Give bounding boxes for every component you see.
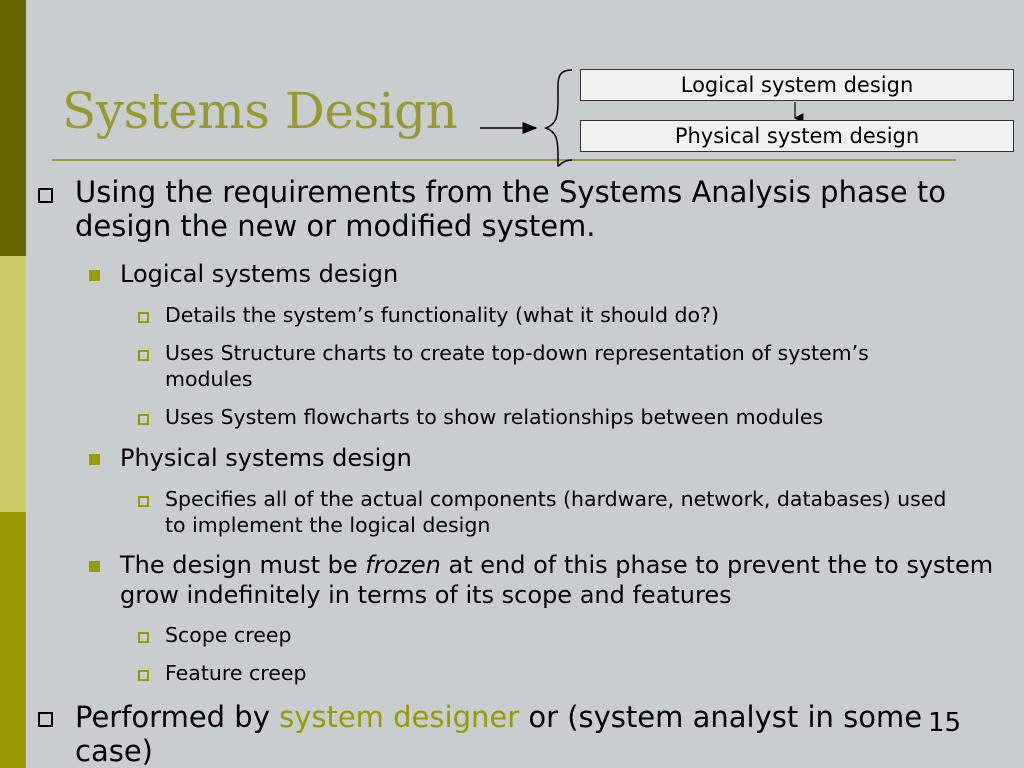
bullet-logical-design: Logical systems design <box>120 260 399 288</box>
bullet-marker <box>138 414 149 425</box>
bullet-structure-charts: Uses Structure charts to create top-down… <box>165 341 869 391</box>
bullet-components: Specifies all of the actual components (… <box>165 487 947 537</box>
bullet-feature-creep: Feature creep <box>165 661 307 685</box>
bullet-performed-by: Performed by system designer or (system … <box>75 700 923 768</box>
bullet-physical-design: Physical systems design <box>120 444 412 472</box>
bullet-marker <box>138 350 149 361</box>
slide-number: 15 <box>928 708 962 738</box>
bullet-marker <box>89 561 100 572</box>
bullet-marker <box>38 712 53 727</box>
bullet-flowcharts: Uses System flowcharts to show relations… <box>165 405 824 429</box>
bullet-marker <box>138 496 149 507</box>
bullet-marker <box>138 670 149 681</box>
bullet-requirements: Using the requirements from the Systems … <box>75 175 947 243</box>
bullet-marker <box>89 454 100 465</box>
bullet-frozen: The design must be frozen at end of this… <box>120 551 994 609</box>
bullet-list: Using the requirements from the Systems … <box>0 0 1024 768</box>
bullet-functionality: Details the system’s functionality (what… <box>165 303 719 327</box>
bullet-marker <box>138 312 149 323</box>
bullet-marker <box>138 632 149 643</box>
bullet-scope-creep: Scope creep <box>165 623 292 647</box>
bullet-marker <box>38 188 53 203</box>
bullet-marker <box>89 270 100 281</box>
